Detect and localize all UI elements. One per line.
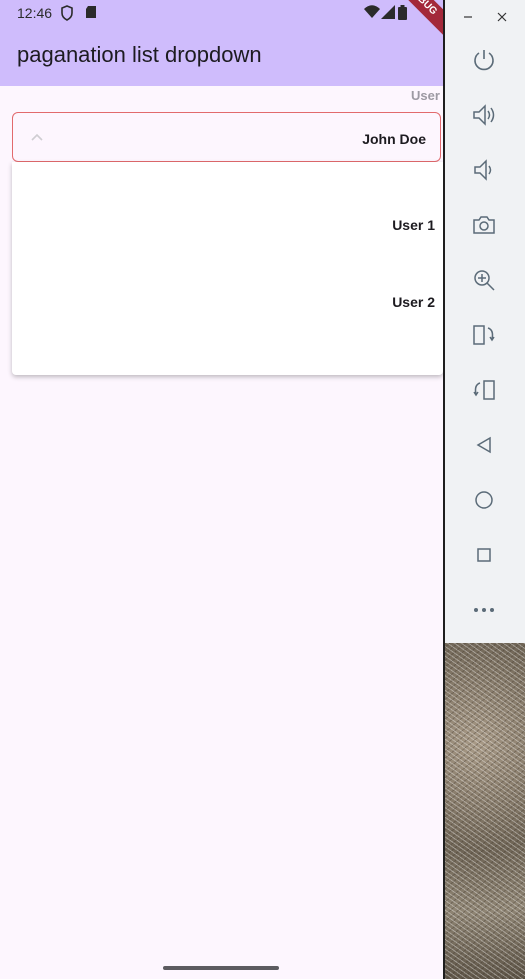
dropdown-menu: User 1 User 2	[12, 162, 443, 375]
desktop-wallpaper	[443, 643, 525, 979]
menu-item-user-2[interactable]: User 2	[12, 282, 443, 322]
menu-item-label: User 2	[392, 294, 435, 310]
status-bar: 12:46	[0, 0, 443, 26]
camera-icon[interactable]	[469, 210, 499, 240]
sd-card-icon	[85, 5, 97, 22]
menu-item-user-1[interactable]: User 1	[12, 205, 443, 245]
zoom-in-icon[interactable]	[469, 265, 499, 295]
emulator-toolbar	[443, 0, 525, 643]
minimize-icon[interactable]	[462, 10, 474, 26]
menu-item-label: User 1	[392, 217, 435, 233]
dropdown-selected-value: John Doe	[362, 131, 426, 147]
rotate-right-icon[interactable]	[469, 375, 499, 405]
user-dropdown[interactable]: John Doe	[12, 112, 441, 162]
home-icon[interactable]	[469, 485, 499, 515]
wifi-icon	[364, 5, 380, 22]
status-time: 12:46	[17, 5, 53, 21]
more-icon[interactable]	[469, 595, 499, 625]
cell-signal-icon	[381, 5, 395, 22]
chevron-up-icon[interactable]	[31, 130, 43, 148]
page-title: paganation list dropdown	[17, 42, 262, 67]
power-icon[interactable]	[469, 45, 499, 75]
volume-down-icon[interactable]	[469, 155, 499, 185]
gesture-nav-bar[interactable]	[163, 966, 279, 970]
app-bar: paganation list dropdown	[0, 26, 443, 86]
dropdown-label: User	[411, 88, 440, 103]
rotate-left-icon[interactable]	[469, 320, 499, 350]
volume-up-icon[interactable]	[469, 100, 499, 130]
overview-icon[interactable]	[469, 540, 499, 570]
shield-icon	[60, 5, 74, 24]
battery-icon	[398, 5, 407, 23]
device-screen: 12:46 paganation list dropdown DEBUG Use…	[0, 0, 443, 979]
close-icon[interactable]	[496, 10, 508, 26]
back-icon[interactable]	[469, 430, 499, 460]
